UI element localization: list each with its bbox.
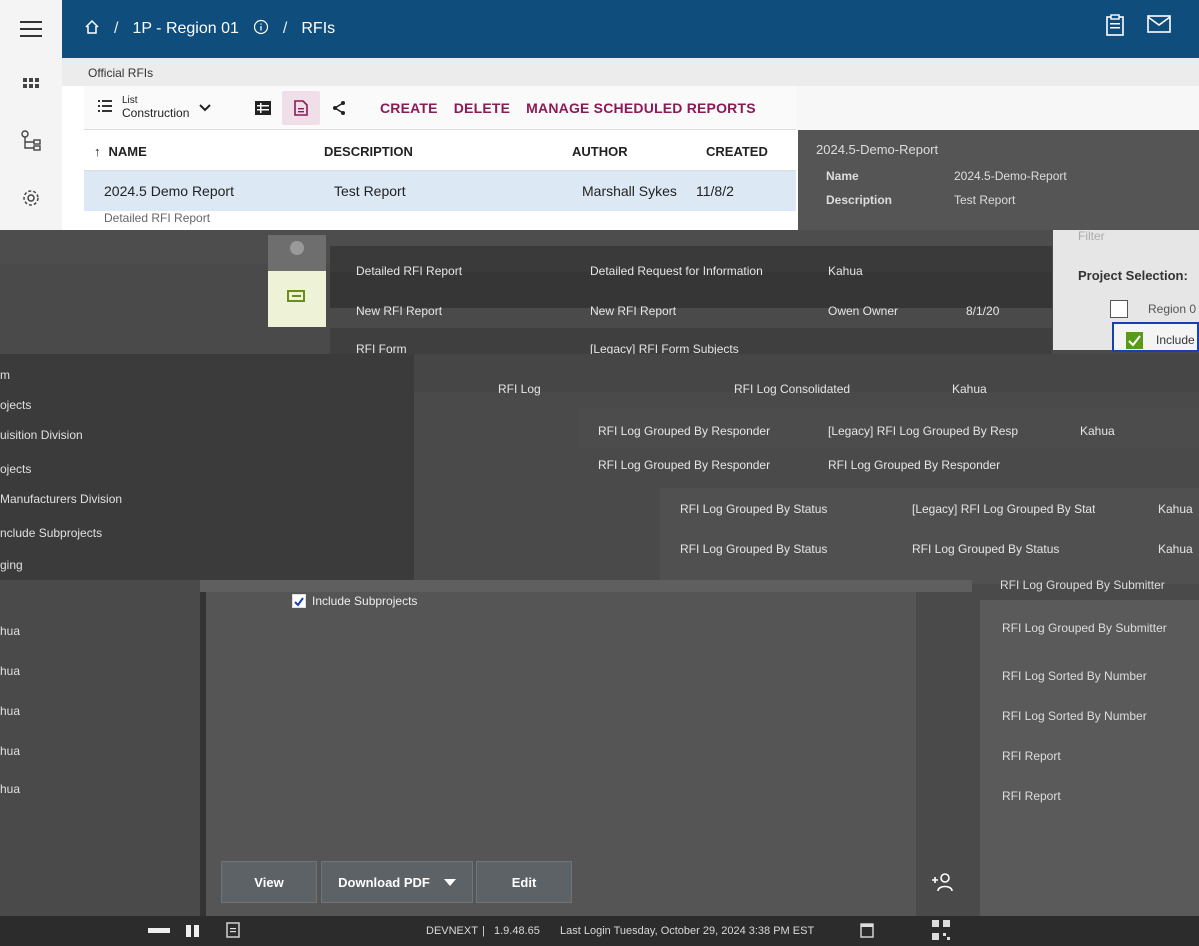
left-text: hua xyxy=(0,664,21,678)
list-item[interactable]: RFI Log Grouped By Status xyxy=(680,502,827,516)
column-name[interactable]: ↑ NAME xyxy=(84,144,314,159)
list-item[interactable]: RFI Report xyxy=(980,776,1199,816)
include-subprojects-label: Include Subprojects xyxy=(312,594,418,608)
report-list-right: RFI Log Grouped By Submitter RFI Log Sor… xyxy=(980,600,1199,916)
share-icon[interactable] xyxy=(320,91,358,125)
detail-title: 2024.5-Demo-Report xyxy=(816,142,939,157)
menu-icon[interactable] xyxy=(0,0,62,58)
column-author[interactable]: AUTHOR xyxy=(562,144,696,159)
left-text: hua xyxy=(0,744,21,758)
cell-description: Test Report xyxy=(334,183,406,199)
name-value: 2024.5-Demo-Report xyxy=(954,169,1067,183)
report-detail-panel: 2024.5-Demo-Report Name 2024.5-Demo-Repo… xyxy=(798,130,1199,230)
left-text: ojects xyxy=(0,398,32,412)
include-label: Include xyxy=(1156,333,1195,347)
view-selector[interactable]: List Construction xyxy=(84,95,244,120)
left-text: ging xyxy=(0,558,23,572)
download-pdf-button[interactable]: Download PDF xyxy=(321,861,473,903)
edit-button[interactable]: Edit xyxy=(476,861,572,903)
environment-label: DEVNEXT xyxy=(426,925,478,937)
column-description[interactable]: DESCRIPTION xyxy=(314,144,562,159)
sort-up-icon: ↑ xyxy=(94,144,101,159)
list-item[interactable]: RFI Log Grouped By Submitter xyxy=(1000,578,1165,592)
clipboard-icon[interactable] xyxy=(1105,14,1125,41)
include-checkbox[interactable] xyxy=(1126,332,1143,349)
left-text: hua xyxy=(0,624,21,638)
chevron-down-icon xyxy=(199,99,212,117)
filter-label: Filter xyxy=(1078,229,1105,243)
toolbar-spacer xyxy=(796,86,1199,130)
add-users-icon[interactable] xyxy=(918,864,968,900)
layout-toggle-icon[interactable] xyxy=(148,924,208,941)
info-icon[interactable] xyxy=(253,19,269,40)
list-item[interactable]: RFI Log Sorted By Number xyxy=(980,696,1199,736)
left-text: hua xyxy=(0,782,21,796)
cell-name: Detailed RFI Report xyxy=(104,211,211,225)
page-title: Official RFIs xyxy=(62,58,1199,86)
breadcrumb-separator: / xyxy=(282,20,288,37)
breadcrumb-project[interactable]: 1P - Region 01 xyxy=(132,20,238,38)
view-type-label: List xyxy=(122,95,138,106)
globe-icon[interactable] xyxy=(268,235,326,271)
apps-grid-icon[interactable] xyxy=(0,58,62,114)
list-item[interactable]: RFI Log Grouped By Status xyxy=(680,542,827,556)
list-item[interactable]: RFI Log xyxy=(498,382,541,396)
view-button[interactable]: View xyxy=(221,861,317,903)
region-checkbox[interactable] xyxy=(1110,300,1128,318)
home-icon[interactable] xyxy=(84,19,100,40)
table-view-icon[interactable] xyxy=(244,91,282,125)
qr-code-icon[interactable] xyxy=(932,920,950,943)
caret-down-icon xyxy=(443,875,456,890)
report-view-icon[interactable] xyxy=(282,90,320,125)
left-text: Manufacturers Division xyxy=(0,492,123,506)
app-header: / 1P - Region 01 / RFIs xyxy=(0,0,1199,58)
mail-icon[interactable] xyxy=(1147,14,1171,41)
cell-author: Marshall Sykes xyxy=(582,183,677,199)
project-selection-label: Project Selection: xyxy=(1078,268,1188,283)
left-rail xyxy=(0,58,62,230)
status-bar: DEVNEXT | 1.9.48.65 Last Login Tuesday, … xyxy=(0,916,1199,946)
last-login-label: Last Login Tuesday, October 29, 2024 3:3… xyxy=(560,925,815,937)
delete-button[interactable]: DELETE xyxy=(446,100,518,116)
comments-icon[interactable] xyxy=(268,271,326,327)
list-icon xyxy=(98,99,112,117)
cell-name: 2024.5 Demo Report xyxy=(104,183,234,199)
document-icon[interactable] xyxy=(226,922,240,941)
version-label: 1.9.48.65 xyxy=(494,925,540,937)
table-row[interactable]: 2024.5 Demo Report Test Report Marshall … xyxy=(84,171,796,211)
view-name-label: Construction xyxy=(122,106,190,120)
list-item[interactable]: Detailed RFI Report xyxy=(356,264,462,278)
create-button[interactable]: CREATE xyxy=(372,100,446,116)
column-created[interactable]: CREATED xyxy=(696,144,786,159)
list-item[interactable]: RFI Log Grouped By Submitter xyxy=(980,600,1199,656)
table-row[interactable]: Detailed RFI Report xyxy=(84,211,796,231)
left-text: nclude Subprojects xyxy=(0,526,103,540)
left-text: ojects xyxy=(0,462,32,476)
list-item[interactable]: RFI Log Grouped By Responder xyxy=(598,458,770,472)
hierarchy-icon[interactable] xyxy=(0,114,62,170)
toolbar: List Construction CREATE DELETE MANAGE S… xyxy=(84,86,796,130)
calendar-icon[interactable] xyxy=(860,922,874,941)
breadcrumb-separator: / xyxy=(114,20,119,37)
settings-gear-icon[interactable] xyxy=(0,170,62,226)
breadcrumb-page[interactable]: RFIs xyxy=(301,20,335,38)
name-label: Name xyxy=(826,169,859,183)
list-item[interactable]: New RFI Report xyxy=(356,304,442,318)
list-item[interactable]: RFI Report xyxy=(980,736,1199,776)
cell-created: 11/8/2 xyxy=(696,183,734,199)
region-label: Region 0 xyxy=(1148,302,1197,316)
description-label: Description xyxy=(826,193,893,207)
include-subprojects-checkbox[interactable] xyxy=(292,594,306,608)
list-item[interactable]: RFI Log Sorted By Number xyxy=(980,656,1199,696)
left-text: uisition Division xyxy=(0,428,83,442)
breadcrumb: / 1P - Region 01 / RFIs xyxy=(84,19,335,40)
description-value: Test Report xyxy=(954,193,1016,207)
list-item[interactable]: RFI Log Grouped By Responder xyxy=(598,424,770,438)
manage-scheduled-reports-button[interactable]: MANAGE SCHEDULED REPORTS xyxy=(518,100,764,116)
grid-header: ↑ NAME DESCRIPTION AUTHOR CREATED xyxy=(84,133,796,171)
left-text: hua xyxy=(0,704,21,718)
left-text: m xyxy=(0,368,10,382)
